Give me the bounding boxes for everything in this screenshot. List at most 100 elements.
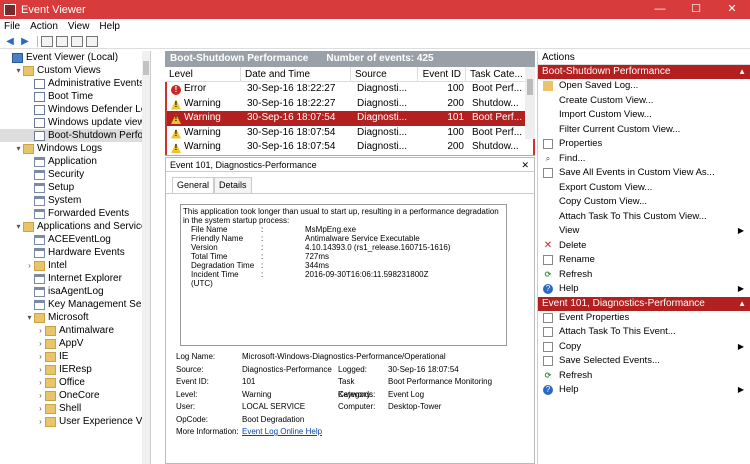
- actions-section-event[interactable]: Event 101, Diagnostics-Performance ▲: [538, 296, 750, 311]
- tab-general[interactable]: General: [172, 177, 215, 193]
- tree-item-event-viewer-local[interactable]: Event Viewer (Local): [0, 51, 150, 64]
- expander-icon[interactable]: ▾: [14, 64, 23, 77]
- tree-item-administrative-events[interactable]: Administrative Events: [0, 77, 150, 90]
- event-row[interactable]: ! Warning 30-Sep-16 18:07:54 Diagnosti... 10…: [165, 125, 535, 140]
- event-row[interactable]: ! Warning 30-Sep-16 18:07:54 Diagnosti... 10…: [165, 111, 535, 126]
- action-export-custom-view[interactable]: Export Custom View...: [538, 181, 750, 196]
- expander-icon[interactable]: ▾: [25, 311, 34, 324]
- tree-item-boot-time[interactable]: Boot Time: [0, 90, 150, 103]
- tree-item-internet-explorer[interactable]: Internet Explorer: [0, 272, 150, 285]
- action-attach-task-to-this-custom-view[interactable]: Attach Task To This Custom View...: [538, 210, 750, 225]
- tree-item-onecore[interactable]: › OneCore: [0, 389, 150, 402]
- show-action-pane-icon[interactable]: [86, 35, 98, 47]
- action-attach-task-to-this-event[interactable]: Attach Task To This Event...: [538, 325, 750, 340]
- event-row[interactable]: ! Warning 30-Sep-16 18:22:27 Diagnosti... 20…: [165, 96, 535, 111]
- action-refresh[interactable]: ⟳ Refresh: [538, 369, 750, 384]
- event-row[interactable]: ! Warning 30-Sep-16 18:07:54 Diagnosti... 20…: [165, 140, 535, 155]
- tree-item-shell[interactable]: › Shell: [0, 402, 150, 415]
- collapse-icon[interactable]: ▲: [738, 65, 746, 79]
- action-help[interactable]: ? Help ▶: [538, 282, 750, 297]
- tree-item-intel[interactable]: › Intel: [0, 259, 150, 272]
- action-delete[interactable]: ✕ Delete: [538, 239, 750, 254]
- action-properties[interactable]: Properties: [538, 137, 750, 152]
- action-event-properties[interactable]: Event Properties: [538, 311, 750, 326]
- expander-icon[interactable]: ›: [36, 389, 45, 402]
- tree-item-windows-update-view[interactable]: Windows update view: [0, 116, 150, 129]
- menu-action[interactable]: Action: [30, 21, 58, 32]
- tree-item-microsoft[interactable]: ▾ Microsoft: [0, 311, 150, 324]
- action-find[interactable]: ⌕ Find...: [538, 152, 750, 167]
- tree-item-applications-and-services-log[interactable]: ▾ Applications and Services Log: [0, 220, 150, 233]
- tree-item-system[interactable]: System: [0, 194, 150, 207]
- menu-file[interactable]: File: [4, 21, 20, 32]
- expander-icon[interactable]: ›: [36, 363, 45, 376]
- expander-icon[interactable]: ›: [36, 402, 45, 415]
- blank-icon: [543, 183, 553, 193]
- action-filter-current-custom-view[interactable]: Filter Current Custom View...: [538, 123, 750, 138]
- grid-scrollbar[interactable]: [525, 67, 535, 139]
- expander-icon[interactable]: ›: [36, 350, 45, 363]
- action-open-saved-log[interactable]: Open Saved Log...: [538, 79, 750, 94]
- tree-item-boot-shutdown-performar[interactable]: Boot-Shutdown Performar: [0, 129, 150, 142]
- maximize-button[interactable]: ☐: [678, 0, 714, 19]
- menu-help[interactable]: Help: [99, 21, 120, 32]
- tree-item-security[interactable]: Security: [0, 168, 150, 181]
- action-view[interactable]: View ▶: [538, 224, 750, 239]
- tree-item-setup[interactable]: Setup: [0, 181, 150, 194]
- collapse-icon[interactable]: ▲: [738, 297, 746, 311]
- tree-item-office[interactable]: › Office: [0, 376, 150, 389]
- tree-item-hardware-events[interactable]: Hardware Events: [0, 246, 150, 259]
- back-arrow-icon[interactable]: ◀: [4, 36, 16, 47]
- tree-item-ie[interactable]: › IE: [0, 350, 150, 363]
- tree-item-key-management-service[interactable]: Key Management Service: [0, 298, 150, 311]
- tree-item-custom-views[interactable]: ▾ Custom Views: [0, 64, 150, 77]
- expander-icon[interactable]: ›: [36, 324, 45, 337]
- action-label: Save All Events in Custom View As...: [559, 167, 715, 178]
- minimize-button[interactable]: —: [642, 0, 678, 19]
- col-task[interactable]: Task Cate...: [466, 67, 527, 81]
- col-source[interactable]: Source: [351, 67, 418, 81]
- action-help[interactable]: ? Help ▶: [538, 383, 750, 398]
- find-icon: ⌕: [545, 153, 551, 163]
- col-event-id[interactable]: Event ID: [418, 67, 466, 81]
- tree-item-forwarded-events[interactable]: Forwarded Events: [0, 207, 150, 220]
- action-import-custom-view[interactable]: Import Custom View...: [538, 108, 750, 123]
- close-detail-icon[interactable]: ✕: [521, 158, 529, 172]
- action-rename[interactable]: Rename: [538, 253, 750, 268]
- expander-icon[interactable]: ›: [36, 415, 45, 428]
- action-copy[interactable]: Copy ▶: [538, 340, 750, 355]
- tree-item-antimalware[interactable]: › Antimalware: [0, 324, 150, 337]
- expander-icon[interactable]: ▾: [14, 142, 23, 155]
- tree-scrollbar[interactable]: [142, 51, 150, 464]
- tree-item-aceeventlog[interactable]: ACEEventLog: [0, 233, 150, 246]
- col-level[interactable]: Level: [165, 67, 241, 81]
- event-row[interactable]: ! Error 30-Sep-16 18:22:27 Diagnosti... 100 B…: [165, 82, 535, 97]
- tree-item-appv[interactable]: › AppV: [0, 337, 150, 350]
- expander-icon[interactable]: ▾: [14, 220, 23, 233]
- tab-details[interactable]: Details: [214, 177, 252, 193]
- tree-item-application[interactable]: Application: [0, 155, 150, 168]
- action-copy-custom-view[interactable]: Copy Custom View...: [538, 195, 750, 210]
- menu-view[interactable]: View: [68, 21, 90, 32]
- action-create-custom-view[interactable]: Create Custom View...: [538, 94, 750, 109]
- tree-item-ieresp[interactable]: › IEResp: [0, 363, 150, 376]
- tree-item-windows-logs[interactable]: ▾ Windows Logs: [0, 142, 150, 155]
- forward-arrow-icon[interactable]: ▶: [19, 36, 31, 47]
- expander-icon[interactable]: ›: [25, 259, 34, 272]
- close-button[interactable]: ✕: [714, 0, 750, 19]
- help-icon[interactable]: [71, 35, 83, 47]
- tree-item-label: Microsoft: [48, 312, 89, 323]
- expander-icon[interactable]: ›: [36, 376, 45, 389]
- action-save-selected-events[interactable]: Save Selected Events...: [538, 354, 750, 369]
- actions-section-view[interactable]: Boot-Shutdown Performance ▲: [538, 65, 750, 79]
- tree-item-windows-defender-logs[interactable]: Windows Defender Logs: [0, 103, 150, 116]
- tree-item-user-experience-virtuali[interactable]: › User Experience Virtuali: [0, 415, 150, 428]
- tree-item-isaagentlog[interactable]: isaAgentLog: [0, 285, 150, 298]
- col-date[interactable]: Date and Time: [241, 67, 351, 81]
- action-refresh[interactable]: ⟳ Refresh: [538, 268, 750, 283]
- up-folder-icon[interactable]: [41, 35, 53, 47]
- expander-icon[interactable]: ›: [36, 337, 45, 350]
- show-tree-icon[interactable]: [56, 35, 68, 47]
- event-log-online-help-link[interactable]: Event Log Online Help: [242, 426, 322, 439]
- action-save-all-events-in-custom-view-as[interactable]: Save All Events in Custom View As...: [538, 166, 750, 181]
